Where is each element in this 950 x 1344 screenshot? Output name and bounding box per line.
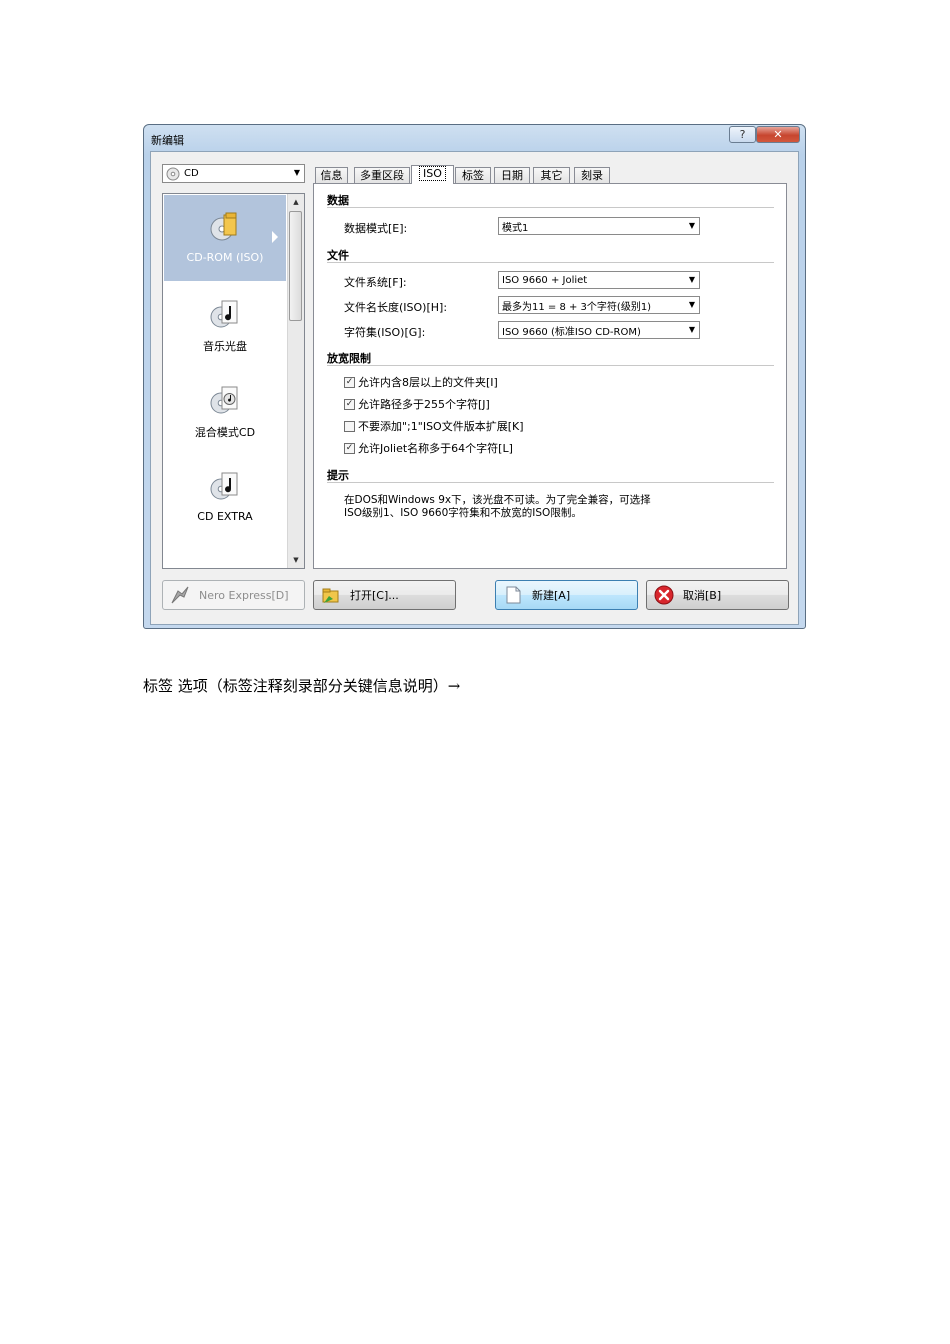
file-system-select[interactable]: ISO 9660 + Joliet ▼ [498,271,700,289]
data-section-heading: 数据 [327,194,349,207]
window-title: 新编辑 [151,134,184,147]
mixed-disc-icon [210,386,238,414]
cancel-button[interactable]: 取消[B] [646,580,789,610]
dialog-client-area: CD ▼ CD-ROM (ISO) 音乐光盘 混合模式CD CD EXTRA ▲… [150,151,799,625]
new-button[interactable]: 新建[A] [495,580,638,610]
data-mode-value: 模式1 [502,222,529,234]
list-scrollbar[interactable]: ▲ ▼ [287,194,304,568]
nero-express-icon [169,584,191,606]
list-item-audio-cd[interactable]: 音乐光盘 [164,282,286,368]
option-allow-deep-folders[interactable]: ✓ 允许内含8层以上的文件夹[I] [344,374,498,390]
tab-label-settings[interactable]: 标签 [455,167,491,183]
title-bar[interactable]: 新编辑 ? ✕ [144,125,805,151]
list-item-label: CD EXTRA [197,510,253,523]
option-label: 不要添加";1"ISO文件版本扩展[K] [358,420,524,433]
tab-multisession[interactable]: 多重区段 [354,167,410,183]
cancel-icon [653,584,675,606]
list-item-cd-extra[interactable]: CD EXTRA [164,454,286,540]
media-type-select[interactable]: CD ▼ [162,164,305,183]
tab-label: 标签 [462,169,484,182]
new-compilation-dialog: 新编辑 ? ✕ CD ▼ CD-ROM (ISO) 音乐光盘 混合模式CD CD… [143,124,806,629]
chevron-down-icon: ▼ [688,325,695,334]
filename-length-value: 最多为11 = 8 + 3个字符(级别1) [502,301,652,313]
hint-line: 在DOS和Windows 9x下，该光盘不可读。为了完全兼容，可选择 [344,494,651,506]
hint-section-heading: 提示 [327,469,349,482]
chevron-down-icon: ▼ [688,221,695,230]
list-item-label: 混合模式CD [194,426,256,439]
charset-value: ISO 9660 (标准ISO CD-ROM) [502,326,641,338]
list-item-label: 音乐光盘 [203,340,247,353]
tab-burn[interactable]: 刻录 [574,167,610,183]
tab-label: 日期 [501,169,523,182]
data-mode-label: 数据模式[E]: [344,222,408,235]
extra-disc-icon [210,472,238,500]
open-button[interactable]: 打开[C]... [313,580,456,610]
divider [327,482,774,483]
checkbox-checked[interactable]: ✓ [344,442,355,454]
tab-label: 信息 [320,169,343,182]
tab-label: 其它 [540,169,563,182]
file-system-value: ISO 9660 + Joliet [502,274,588,286]
option-no-version-extension[interactable]: 不要添加";1"ISO文件版本扩展[K] [344,418,524,434]
file-section-heading: 文件 [327,249,349,262]
list-item-cd-rom-iso[interactable]: CD-ROM (ISO) [164,195,286,281]
open-folder-icon [320,584,342,606]
nero-express-button[interactable]: Nero Express[D] [162,580,305,610]
new-document-icon [502,584,524,606]
file-system-label: 文件系统[F]: [344,276,407,289]
tab-dates[interactable]: 日期 [494,167,530,183]
music-disc-icon [210,300,238,328]
document-caption: 标签 选项（标签注释刻录部分关键信息说明）→ [143,677,461,695]
help-button[interactable]: ? [729,126,756,143]
button-label: Nero Express[D] [199,588,289,602]
divider [327,262,774,263]
media-type-value: CD [184,168,199,179]
data-mode-select[interactable]: 模式1 ▼ [498,217,700,235]
option-label: 允许内含8层以上的文件夹[I] [358,376,498,389]
charset-label: 字符集(ISO)[G]: [344,326,426,339]
relax-restrictions-heading: 放宽限制 [327,352,371,365]
divider [327,365,774,366]
button-label: 新建[A] [532,589,571,602]
chevron-down-icon: ▼ [688,300,695,309]
tab-info[interactable]: 信息 [315,167,348,183]
data-disc-icon [210,212,237,241]
filename-length-select[interactable]: 最多为11 = 8 + 3个字符(级别1) ▼ [498,296,700,314]
close-button[interactable]: ✕ [756,126,800,143]
checkbox-unchecked[interactable] [344,420,355,432]
option-label: 允许路径多于255个字符[J] [358,398,490,411]
tab-iso[interactable]: ISO [411,165,454,184]
charset-select[interactable]: ISO 9660 (标准ISO CD-ROM) ▼ [498,321,700,339]
chevron-down-icon: ▼ [688,275,695,284]
tab-label: 多重区段 [360,169,404,182]
option-label: 允许Joliet名称多于64个字符[L] [358,442,513,455]
disc-icon [166,167,180,180]
list-item-mixed-mode-cd[interactable]: 混合模式CD [164,368,286,454]
iso-tab-panel: 数据 数据模式[E]: 模式1 ▼ 文件 文件系统[F]: ISO 9660 +… [313,183,787,569]
hint-text: 在DOS和Windows 9x下，该光盘不可读。为了完全兼容，可选择 ISO级别… [344,494,724,520]
list-item-label: CD-ROM (ISO) [186,251,264,264]
compilation-type-list[interactable]: CD-ROM (ISO) 音乐光盘 混合模式CD CD EXTRA ▲ ▼ [162,193,305,569]
filename-length-label: 文件名长度(ISO)[H]: [344,301,448,314]
option-long-joliet-names[interactable]: ✓ 允许Joliet名称多于64个字符[L] [344,440,513,456]
button-label: 取消[B] [683,589,722,602]
tab-misc[interactable]: 其它 [533,167,570,183]
button-label: 打开[C]... [350,589,399,602]
scroll-up-icon[interactable]: ▲ [288,194,304,210]
tab-label: ISO [419,166,446,181]
chevron-down-icon: ▼ [293,168,300,177]
hint-line: ISO级别1、ISO 9660字符集和不放宽的ISO限制。 [344,507,582,519]
tab-label: 刻录 [581,169,603,182]
scroll-down-icon[interactable]: ▼ [288,552,304,568]
option-allow-long-paths[interactable]: ✓ 允许路径多于255个字符[J] [344,396,490,412]
scrollbar-thumb[interactable] [289,211,302,321]
divider [327,207,774,208]
list-item-partial[interactable] [164,554,286,569]
checkbox-checked[interactable]: ✓ [344,398,355,410]
disc-icon [209,566,241,569]
selection-arrow-icon [272,231,278,243]
checkbox-checked[interactable]: ✓ [344,376,355,388]
